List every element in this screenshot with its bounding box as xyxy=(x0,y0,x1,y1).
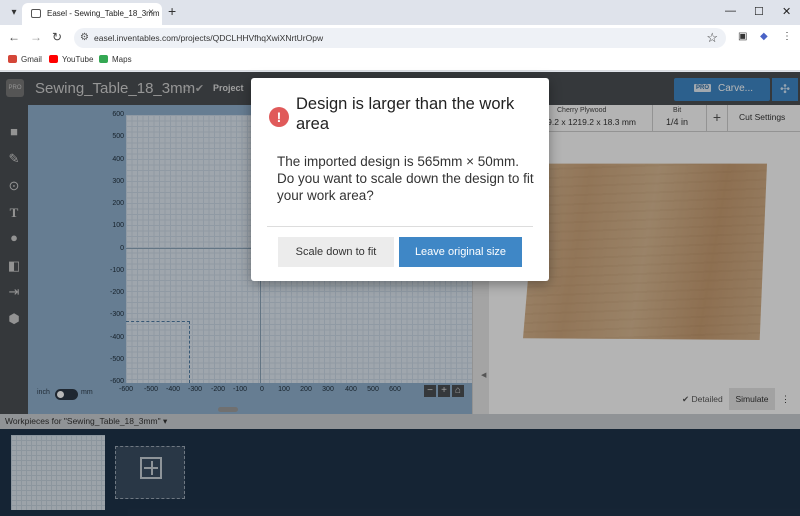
gmail-icon xyxy=(8,55,17,63)
dialog-message: The imported design is 565mm × 50mm. Do … xyxy=(277,154,534,203)
site-info-icon[interactable]: ⚙ xyxy=(80,32,89,43)
scale-dialog: ! Design is larger than the work area Th… xyxy=(251,78,549,281)
maximize-icon[interactable]: ☐ xyxy=(754,5,764,18)
sidebar-icon[interactable]: ▣ xyxy=(738,31,747,42)
extension-icon[interactable]: ◆ xyxy=(760,31,768,42)
bookmark-maps[interactable]: Maps xyxy=(99,55,132,64)
dialog-divider xyxy=(267,226,533,227)
bookmarks-bar: Gmail YouTube Maps xyxy=(0,51,800,71)
browser-toolbar: ← → ↻ ⚙ easel.inventables.com/projects/Q… xyxy=(0,25,800,51)
bookmark-star-icon[interactable]: ☆ xyxy=(706,30,718,46)
scale-down-button[interactable]: Scale down to fit xyxy=(278,237,394,267)
leave-original-button[interactable]: Leave original size xyxy=(399,237,522,267)
tab-title: Easel - Sewing_Table_18_3mm xyxy=(47,9,160,18)
browser-menu-icon[interactable]: ⋮ xyxy=(782,31,792,42)
url-text: easel.inventables.com/projects/QDCLHHVfh… xyxy=(94,33,324,43)
browser-tabstrip: ▾ Easel - Sewing_Table_18_3mm × + — ☐ ✕ xyxy=(0,0,800,25)
new-tab-button[interactable]: + xyxy=(168,3,176,19)
window-close-icon[interactable]: ✕ xyxy=(782,5,791,18)
forward-icon[interactable]: → xyxy=(30,30,42,44)
easel-favicon-icon xyxy=(31,9,41,18)
bookmark-gmail[interactable]: Gmail xyxy=(8,55,42,64)
youtube-icon xyxy=(49,55,58,63)
tab-search-icon[interactable]: ▾ xyxy=(6,5,22,21)
address-bar[interactable]: ⚙ easel.inventables.com/projects/QDCLHHV… xyxy=(74,28,726,48)
minimize-icon[interactable]: — xyxy=(725,5,736,17)
maps-icon xyxy=(99,55,108,63)
tab-close-icon[interactable]: × xyxy=(148,7,154,18)
bookmark-youtube[interactable]: YouTube xyxy=(49,55,93,64)
back-icon[interactable]: ← xyxy=(8,30,20,44)
dialog-title: Design is larger than the work area xyxy=(296,95,515,133)
browser-tab[interactable]: Easel - Sewing_Table_18_3mm × xyxy=(22,3,162,25)
warning-icon: ! xyxy=(269,107,289,127)
reload-icon[interactable]: ↻ xyxy=(52,30,62,44)
